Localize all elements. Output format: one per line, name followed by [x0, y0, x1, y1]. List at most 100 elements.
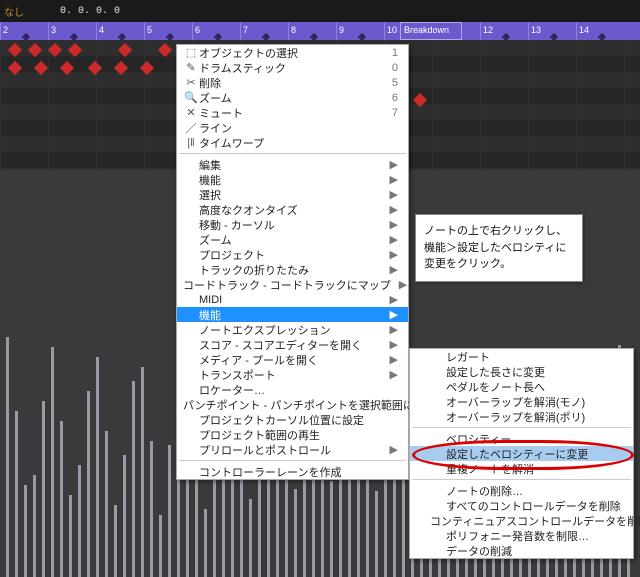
menu-item[interactable]: プリロールとポストロール▶ — [177, 442, 408, 457]
menu-item[interactable]: プロジェクト範囲の再生 — [177, 427, 408, 442]
tool-item[interactable]: ／ライン — [177, 120, 408, 135]
note-diamond[interactable] — [28, 43, 42, 57]
menu-item[interactable]: ベロシティー… — [410, 431, 633, 446]
menu-item[interactable]: メディア - プールを開く▶ — [177, 352, 408, 367]
menu-item[interactable]: すべてのコントロールデータを削除 — [410, 498, 633, 513]
velocity-bar[interactable] — [294, 489, 297, 577]
menu-item[interactable]: 設定した長さに変更 — [410, 364, 633, 379]
menu-item[interactable]: 選択▶ — [177, 187, 408, 202]
note-diamond[interactable] — [8, 43, 22, 57]
menu-item[interactable]: ポリフォニー発音数を制限… — [410, 528, 633, 543]
menu-item[interactable]: MIDI▶ — [177, 292, 408, 307]
velocity-bar[interactable] — [42, 401, 45, 577]
menu-item[interactable]: オーバーラップを解消(モノ) — [410, 394, 633, 409]
velocity-bar[interactable] — [159, 515, 162, 577]
menu-item[interactable]: 移動 - カーソル▶ — [177, 217, 408, 232]
menu-item[interactable]: 高度なクオンタイズ▶ — [177, 202, 408, 217]
velocity-bar[interactable] — [141, 367, 144, 577]
velocity-bar[interactable] — [285, 471, 288, 577]
note-diamond[interactable] — [114, 61, 128, 75]
menu-item-shortcut: 5 — [374, 77, 398, 89]
menu-item[interactable]: オーバーラップを解消(ポリ) — [410, 409, 633, 424]
timeline-ruler[interactable]: 234567891011121314 — [0, 22, 640, 40]
menu-separator — [179, 153, 406, 154]
velocity-bar[interactable] — [375, 491, 378, 577]
velocity-bar[interactable] — [78, 465, 81, 577]
ruler-tick[interactable]: 5 — [144, 22, 192, 40]
ruler-tick[interactable]: 3 — [48, 22, 96, 40]
menu-item-set-velocity[interactable]: 設定したベロシティーに変更 — [410, 446, 633, 461]
tool-item[interactable]: ✕ミュート7 — [177, 105, 408, 120]
menu-item[interactable]: ロケーター… — [177, 382, 408, 397]
marker-breakdown[interactable]: Breakdown — [400, 22, 462, 40]
menu-item-label: ベロシティー… — [446, 431, 623, 447]
menu-item-label: メディア - プールを開く — [199, 352, 382, 368]
velocity-bar[interactable] — [168, 445, 171, 577]
velocity-bar[interactable] — [330, 481, 333, 577]
velocity-bar[interactable] — [384, 469, 387, 577]
ruler-tick[interactable]: 4 — [96, 22, 144, 40]
menu-item[interactable]: トランスポート▶ — [177, 367, 408, 382]
menu-item[interactable]: レガート — [410, 349, 633, 364]
velocity-bar[interactable] — [87, 391, 90, 577]
ruler-tick[interactable]: 12 — [480, 22, 528, 40]
menu-item[interactable]: コンティニュアスコントロールデータを削除 — [410, 513, 633, 528]
velocity-bar[interactable] — [24, 485, 27, 577]
menu-item[interactable]: コードトラック - コードトラックにマップ▶ — [177, 277, 408, 292]
note-diamond[interactable] — [158, 43, 172, 57]
velocity-bar[interactable] — [60, 421, 63, 577]
velocity-bar[interactable] — [123, 455, 126, 577]
velocity-bar[interactable] — [204, 509, 207, 577]
menu-item[interactable]: パンチポイント - パンチポイントを選択範囲に設定 — [177, 397, 408, 412]
ruler-tick[interactable]: 9 — [336, 22, 384, 40]
velocity-bar[interactable] — [114, 505, 117, 577]
menu-item[interactable]: トラックの折りたたみ▶ — [177, 262, 408, 277]
menu-item[interactable]: ペダルをノート長へ — [410, 379, 633, 394]
note-diamond[interactable] — [48, 43, 62, 57]
note-diamond[interactable] — [60, 61, 74, 75]
menu-item[interactable]: ズーム▶ — [177, 232, 408, 247]
note-diamond[interactable] — [88, 61, 102, 75]
velocity-bar[interactable] — [132, 381, 135, 577]
velocity-bar[interactable] — [69, 495, 72, 577]
note-diamond[interactable] — [118, 43, 132, 57]
menu-item[interactable]: ノートエクスプレッション▶ — [177, 322, 408, 337]
velocity-bar[interactable] — [339, 479, 342, 577]
tool-item[interactable]: |‖タイムワープ — [177, 135, 408, 150]
note-diamond[interactable] — [413, 93, 427, 107]
menu-item[interactable]: 重複ノートを解消 — [410, 461, 633, 476]
menu-item[interactable]: プロジェクト▶ — [177, 247, 408, 262]
ruler-tick[interactable]: 14 — [576, 22, 624, 40]
ruler-tick[interactable]: 7 — [240, 22, 288, 40]
ruler-tick[interactable]: 13 — [528, 22, 576, 40]
menu-item[interactable]: 編集▶ — [177, 157, 408, 172]
tool-item[interactable]: 🔍ズーム6 — [177, 90, 408, 105]
velocity-bar[interactable] — [33, 475, 36, 577]
velocity-bar[interactable] — [105, 431, 108, 577]
note-diamond[interactable] — [8, 61, 22, 75]
velocity-bar[interactable] — [15, 411, 18, 577]
note-diamond[interactable] — [34, 61, 48, 75]
tool-icon: ✕ — [183, 106, 199, 119]
menu-item[interactable]: スコア - スコアエディターを開く▶ — [177, 337, 408, 352]
note-diamond[interactable] — [140, 61, 154, 75]
menu-item[interactable]: データの削減 — [410, 543, 633, 558]
menu-item[interactable]: プロジェクトカーソル位置に設定 — [177, 412, 408, 427]
tool-item[interactable]: ⬚オブジェクトの選択1 — [177, 45, 408, 60]
velocity-bar[interactable] — [150, 441, 153, 577]
velocity-bar[interactable] — [249, 499, 252, 577]
menu-item[interactable]: 機能▶ — [177, 172, 408, 187]
velocity-bar[interactable] — [51, 347, 54, 577]
ruler-tick[interactable]: 6 — [192, 22, 240, 40]
tool-item[interactable]: ✎ドラムスティック0 — [177, 60, 408, 75]
menu-item[interactable]: ノートの削除… — [410, 483, 633, 498]
menu-item-create-lane[interactable]: コントローラーレーンを作成 — [177, 464, 408, 479]
tool-item[interactable]: ✂削除5 — [177, 75, 408, 90]
ruler-tick[interactable]: 8 — [288, 22, 336, 40]
menu-item-functions[interactable]: 機能▶ — [177, 307, 408, 322]
velocity-bar[interactable] — [6, 337, 9, 577]
note-diamond[interactable] — [68, 43, 82, 57]
ruler-tick[interactable]: 2 — [0, 22, 48, 40]
toolbar-label: なし — [4, 4, 24, 19]
velocity-bar[interactable] — [96, 357, 99, 577]
